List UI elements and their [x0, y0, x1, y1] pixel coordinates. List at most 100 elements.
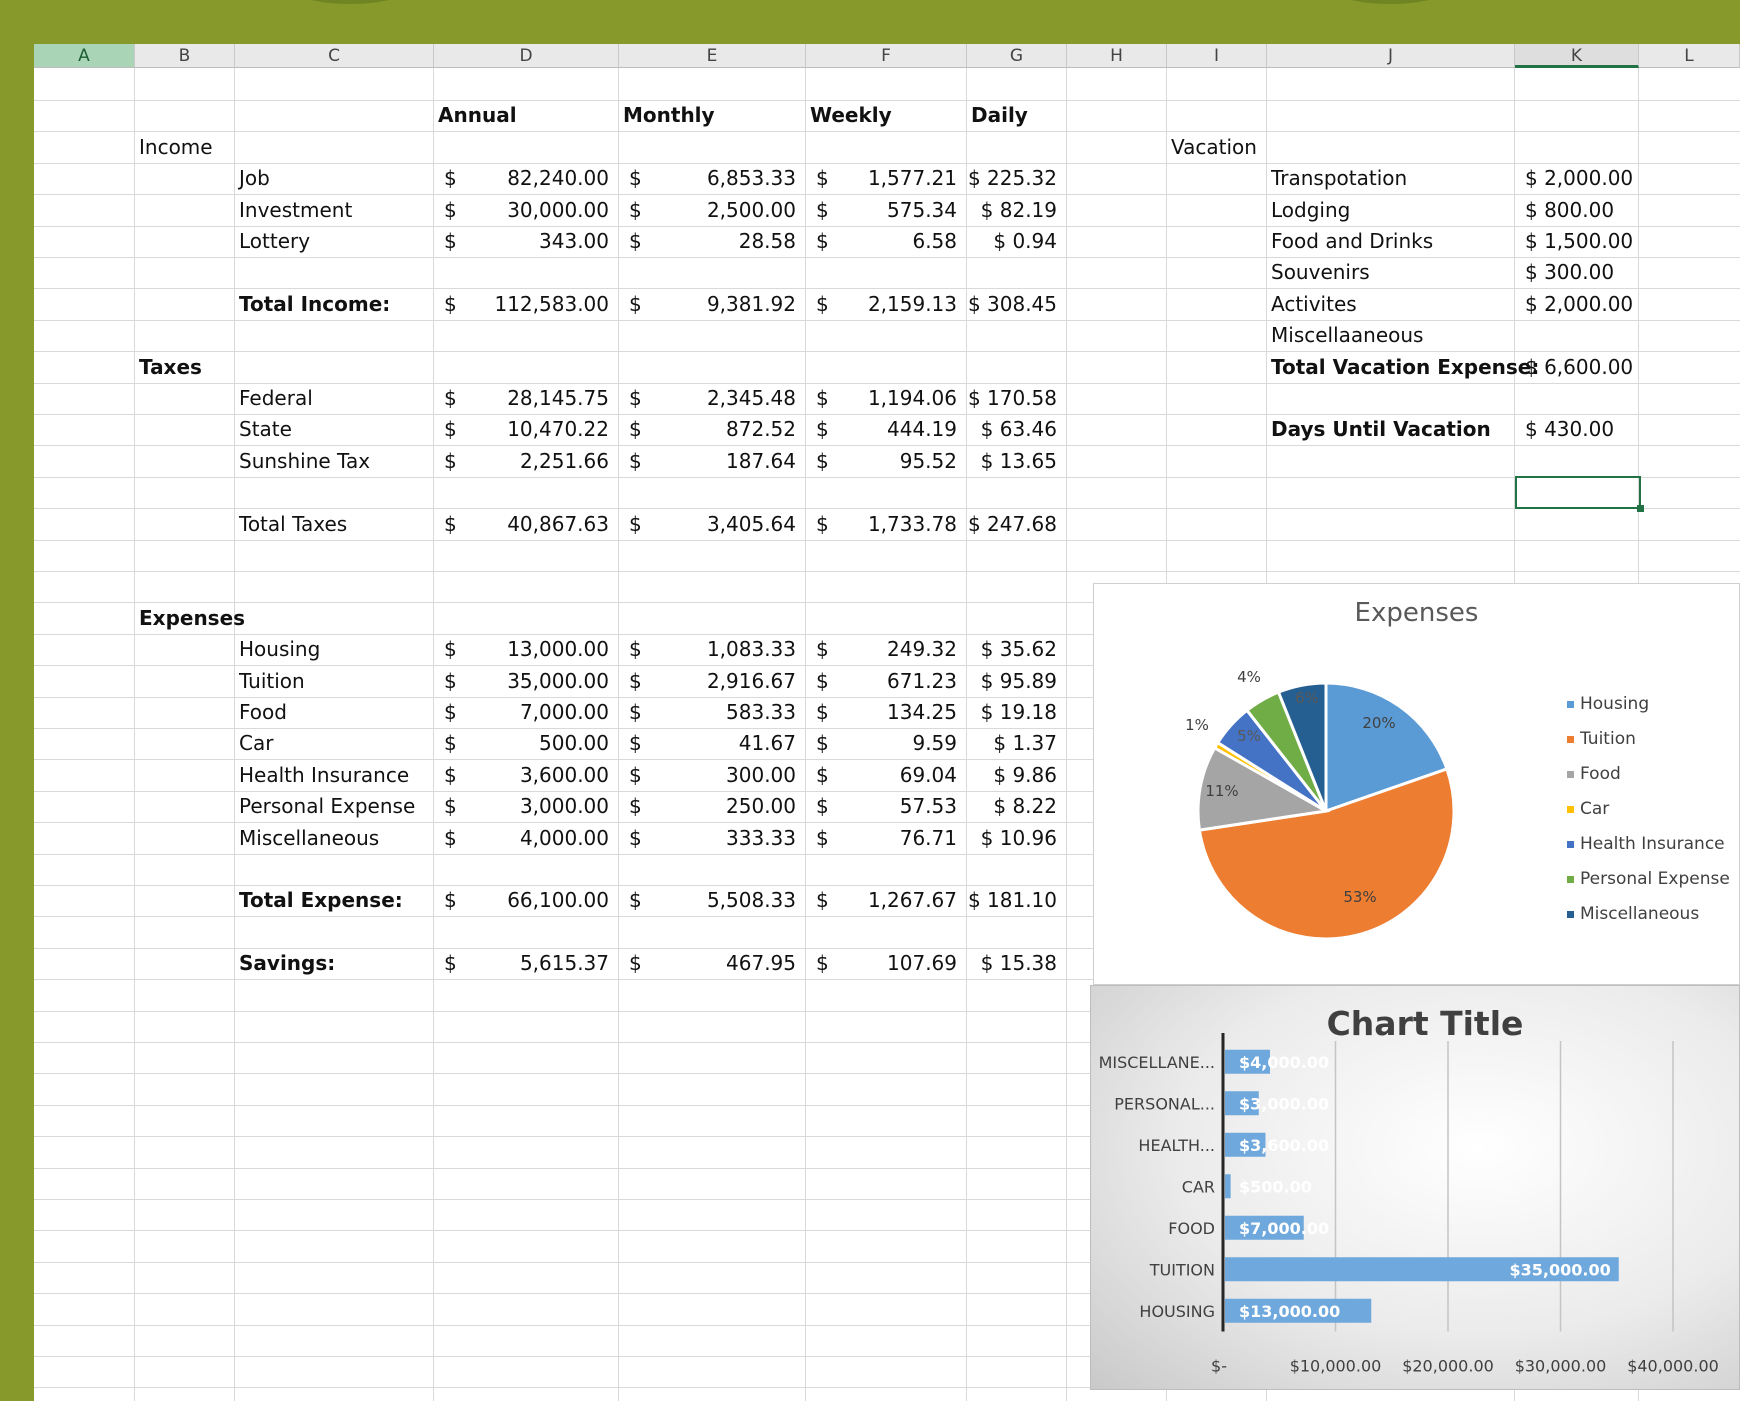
days-until-value[interactable]: $ 430.00: [1525, 414, 1645, 445]
annual-value[interactable]: 82,240.00: [434, 163, 609, 194]
row-label[interactable]: Savings:: [239, 948, 434, 979]
annual-value[interactable]: 30,000.00: [434, 195, 609, 226]
column-header-b[interactable]: B: [135, 44, 235, 68]
row-label[interactable]: Health Insurance: [239, 760, 434, 791]
weekly-value[interactable]: 671.23: [806, 666, 957, 697]
row-label[interactable]: Housing: [239, 634, 434, 665]
daily-value[interactable]: $ 9.86: [967, 760, 1057, 791]
row-label[interactable]: Federal: [239, 383, 434, 414]
annual-value[interactable]: 28,145.75: [434, 383, 609, 414]
weekly-value[interactable]: 1,194.06: [806, 383, 957, 414]
column-header-k[interactable]: K: [1515, 44, 1639, 68]
column-header-g[interactable]: G: [967, 44, 1067, 68]
section-income[interactable]: Income: [139, 132, 235, 163]
monthly-value[interactable]: 187.64: [619, 446, 796, 477]
daily-value[interactable]: $ 1.37: [967, 728, 1057, 759]
daily-value[interactable]: $ 8.22: [967, 791, 1057, 822]
daily-value[interactable]: $ 13.65: [967, 446, 1057, 477]
vacation-value[interactable]: $ 2,000.00: [1525, 289, 1645, 320]
weekly-value[interactable]: 134.25: [806, 697, 957, 728]
vacation-item[interactable]: Transpotation: [1271, 163, 1515, 194]
daily-value[interactable]: $ 10.96: [967, 823, 1057, 854]
row-label[interactable]: Tuition: [239, 666, 434, 697]
daily-value[interactable]: $ 0.94: [967, 226, 1057, 257]
weekly-value[interactable]: 1,733.78: [806, 509, 957, 540]
annual-value[interactable]: 5,615.37: [434, 948, 609, 979]
monthly-value[interactable]: 9,381.92: [619, 289, 796, 320]
weekly-value[interactable]: 57.53: [806, 791, 957, 822]
monthly-value[interactable]: 583.33: [619, 697, 796, 728]
daily-value[interactable]: $ 247.68: [967, 509, 1057, 540]
weekly-value[interactable]: 444.19: [806, 414, 957, 445]
row-label[interactable]: Total Taxes: [239, 509, 434, 540]
vacation-total-label[interactable]: Total Vacation Expense:: [1271, 352, 1539, 383]
weekly-value[interactable]: 575.34: [806, 195, 957, 226]
row-label[interactable]: Miscellaneous: [239, 823, 434, 854]
column-header-l[interactable]: L: [1639, 44, 1740, 68]
monthly-value[interactable]: 1,083.33: [619, 634, 796, 665]
monthly-value[interactable]: 333.33: [619, 823, 796, 854]
row-label[interactable]: Total Income:: [239, 289, 434, 320]
daily-value[interactable]: $ 82.19: [967, 195, 1057, 226]
daily-value[interactable]: $ 19.18: [967, 697, 1057, 728]
daily-value[interactable]: $ 170.58: [967, 383, 1057, 414]
column-header-h[interactable]: H: [1067, 44, 1167, 68]
row-label[interactable]: Job: [239, 163, 434, 194]
monthly-value[interactable]: 467.95: [619, 948, 796, 979]
header-monthly[interactable]: Monthly: [623, 100, 806, 131]
vacation-item[interactable]: Miscellaaneous: [1271, 320, 1515, 351]
vacation-item[interactable]: Lodging: [1271, 195, 1515, 226]
column-header-d[interactable]: D: [434, 44, 619, 68]
column-header-c[interactable]: C: [235, 44, 434, 68]
weekly-value[interactable]: 6.58: [806, 226, 957, 257]
row-label[interactable]: Total Expense:: [239, 885, 434, 916]
annual-value[interactable]: 3,000.00: [434, 791, 609, 822]
column-header-e[interactable]: E: [619, 44, 806, 68]
vacation-value[interactable]: $ 800.00: [1525, 195, 1645, 226]
weekly-value[interactable]: 107.69: [806, 948, 957, 979]
header-annual[interactable]: Annual: [438, 100, 619, 131]
section-taxes[interactable]: Taxes: [139, 352, 235, 383]
annual-value[interactable]: 4,000.00: [434, 823, 609, 854]
row-label[interactable]: Lottery: [239, 226, 434, 257]
monthly-value[interactable]: 3,405.64: [619, 509, 796, 540]
monthly-value[interactable]: 41.67: [619, 728, 796, 759]
row-label[interactable]: Personal Expense: [239, 791, 434, 822]
vacation-value[interactable]: $ 1,500.00: [1525, 226, 1645, 257]
row-label[interactable]: State: [239, 414, 434, 445]
monthly-value[interactable]: 5,508.33: [619, 885, 796, 916]
row-label[interactable]: Food: [239, 697, 434, 728]
daily-value[interactable]: $ 63.46: [967, 414, 1057, 445]
annual-value[interactable]: 3,600.00: [434, 760, 609, 791]
annual-value[interactable]: 343.00: [434, 226, 609, 257]
weekly-value[interactable]: 249.32: [806, 634, 957, 665]
daily-value[interactable]: $ 95.89: [967, 666, 1057, 697]
vacation-total-value[interactable]: $ 6,600.00: [1525, 352, 1645, 383]
monthly-value[interactable]: 2,500.00: [619, 195, 796, 226]
annual-value[interactable]: 7,000.00: [434, 697, 609, 728]
monthly-value[interactable]: 872.52: [619, 414, 796, 445]
annual-value[interactable]: 66,100.00: [434, 885, 609, 916]
row-label[interactable]: Investment: [239, 195, 434, 226]
daily-value[interactable]: $ 35.62: [967, 634, 1057, 665]
monthly-value[interactable]: 250.00: [619, 791, 796, 822]
header-weekly[interactable]: Weekly: [810, 100, 967, 131]
monthly-value[interactable]: 300.00: [619, 760, 796, 791]
vacation-value[interactable]: $ 2,000.00: [1525, 163, 1645, 194]
monthly-value[interactable]: 2,345.48: [619, 383, 796, 414]
weekly-value[interactable]: 76.71: [806, 823, 957, 854]
weekly-value[interactable]: 69.04: [806, 760, 957, 791]
daily-value[interactable]: $ 15.38: [967, 948, 1057, 979]
monthly-value[interactable]: 6,853.33: [619, 163, 796, 194]
row-label[interactable]: Car: [239, 728, 434, 759]
vacation-item[interactable]: Activites: [1271, 289, 1515, 320]
column-header-i[interactable]: I: [1167, 44, 1267, 68]
weekly-value[interactable]: 1,577.21: [806, 163, 957, 194]
fill-handle[interactable]: [1637, 505, 1644, 512]
annual-value[interactable]: 35,000.00: [434, 666, 609, 697]
section-vacation[interactable]: Vacation: [1171, 132, 1267, 163]
vacation-value[interactable]: [1525, 320, 1645, 351]
weekly-value[interactable]: 95.52: [806, 446, 957, 477]
active-cell-selection[interactable]: [1515, 476, 1641, 509]
vacation-item[interactable]: Souvenirs: [1271, 257, 1515, 288]
